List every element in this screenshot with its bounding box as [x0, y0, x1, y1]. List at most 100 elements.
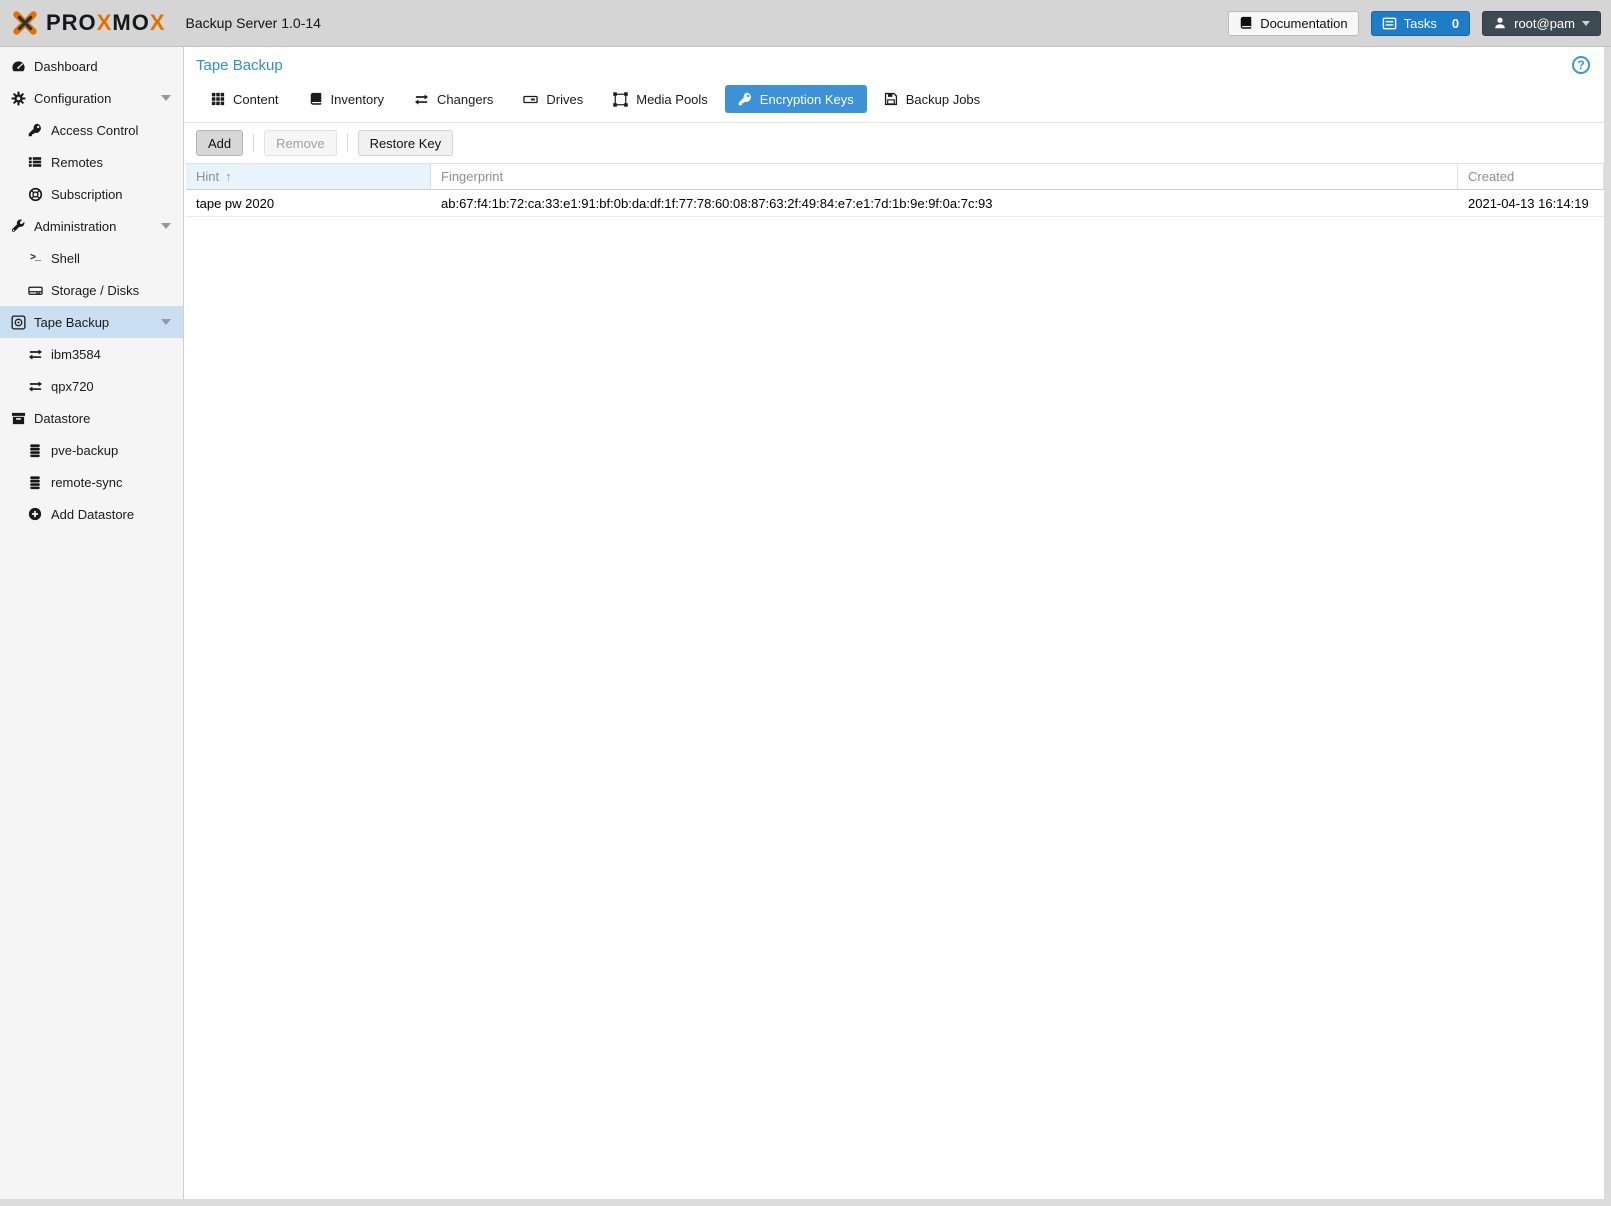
wordmark-part: X: [97, 10, 113, 35]
column-label: Fingerprint: [441, 169, 503, 184]
column-header-fingerprint[interactable]: Fingerprint: [431, 164, 1458, 189]
sidebar-item-ibm3584[interactable]: ibm3584: [0, 338, 183, 370]
column-header-hint[interactable]: Hint ↑: [186, 164, 431, 189]
tab-bar: Content Inventory Changers Drives Media …: [184, 83, 1604, 123]
proxmox-x-icon: [10, 8, 40, 38]
wordmark-part: MO: [112, 10, 149, 35]
tab-label: Backup Jobs: [906, 92, 980, 107]
tab-content[interactable]: Content: [198, 85, 292, 113]
wrench-icon: [10, 218, 26, 234]
toolbar-separator: [253, 134, 254, 152]
add-button[interactable]: Add: [196, 130, 243, 156]
tab-inventory[interactable]: Inventory: [296, 85, 397, 113]
collapse-caret-icon[interactable]: [161, 319, 171, 325]
sidebar-item-label: Access Control: [51, 123, 138, 138]
tab-label: Changers: [437, 92, 493, 107]
sidebar-item-label: Shell: [51, 251, 80, 266]
top-bar-actions: Documentation Tasks 0 root@pam: [1228, 11, 1601, 36]
tasks-count-badge: 0: [1452, 16, 1459, 31]
object-group-icon: [613, 92, 628, 107]
task-list-icon: [1382, 16, 1397, 31]
tab-backup-jobs[interactable]: Backup Jobs: [871, 85, 993, 113]
exchange-icon: [414, 92, 429, 107]
tasks-label: Tasks: [1404, 16, 1437, 31]
documentation-button[interactable]: Documentation: [1228, 11, 1358, 36]
tab-label: Encryption Keys: [760, 92, 854, 107]
sidebar-item-dashboard[interactable]: Dashboard: [0, 50, 183, 82]
sidebar-item-add-datastore[interactable]: Add Datastore: [0, 498, 183, 530]
sidebar-item-label: ibm3584: [51, 347, 101, 362]
sidebar-item-pve-backup[interactable]: pve-backup: [0, 434, 183, 466]
sidebar-item-tape-backup[interactable]: Tape Backup: [0, 306, 183, 338]
sidebar-item-label: Add Datastore: [51, 507, 134, 522]
top-bar: PROXMOX Backup Server 1.0-14 Documentati…: [0, 0, 1611, 47]
sidebar-item-configuration[interactable]: Configuration: [0, 82, 183, 114]
sidebar-item-label: Tape Backup: [34, 315, 109, 330]
cell-created: 2021-04-13 16:14:19: [1458, 196, 1604, 211]
proxmox-logo: PROXMOX Backup Server 1.0-14: [10, 8, 321, 38]
save-icon: [884, 92, 898, 106]
content-header: Tape Backup ?: [184, 47, 1604, 83]
exchange-icon: [27, 378, 43, 394]
grid-header: Hint ↑ Fingerprint Created: [186, 163, 1604, 190]
column-label: Hint: [196, 169, 219, 184]
encryption-keys-grid: Hint ↑ Fingerprint Created tape pw 2020 …: [186, 163, 1604, 217]
gears-icon: [10, 90, 26, 106]
tab-label: Media Pools: [636, 92, 708, 107]
tab-changers[interactable]: Changers: [401, 85, 506, 113]
sidebar-item-remote-sync[interactable]: remote-sync: [0, 466, 183, 498]
exchange-icon: [27, 346, 43, 362]
sidebar-item-label: Administration: [34, 219, 116, 234]
tab-label: Inventory: [331, 92, 384, 107]
help-icon[interactable]: ?: [1572, 56, 1590, 74]
user-icon: [1493, 16, 1507, 30]
tab-drives[interactable]: Drives: [510, 85, 596, 113]
sidebar-item-label: pve-backup: [51, 443, 118, 458]
tab-label: Content: [233, 92, 279, 107]
sidebar-item-datastore[interactable]: Datastore: [0, 402, 183, 434]
user-label: root@pam: [1514, 16, 1575, 31]
sidebar-item-qpx720[interactable]: qpx720: [0, 370, 183, 402]
page-title: Tape Backup: [196, 57, 283, 74]
key-icon: [27, 122, 43, 138]
plus-circle-icon: [27, 506, 43, 522]
collapse-caret-icon[interactable]: [161, 223, 171, 229]
sidebar-item-administration[interactable]: Administration: [0, 210, 183, 242]
life-ring-icon: [27, 186, 43, 202]
toolbar: Add Remove Restore Key: [184, 123, 1604, 163]
sidebar-item-access-control[interactable]: Access Control: [0, 114, 183, 146]
tape-icon: [10, 314, 26, 330]
documentation-label: Documentation: [1260, 16, 1347, 31]
book-icon: [1239, 16, 1253, 30]
restore-key-button[interactable]: Restore Key: [358, 130, 454, 156]
terminal-icon: >_: [27, 250, 43, 266]
column-label: Created: [1468, 169, 1514, 184]
sidebar-item-label: Storage / Disks: [51, 283, 139, 298]
tape-drive-icon: [523, 92, 538, 107]
sidebar-item-shell[interactable]: >_ Shell: [0, 242, 183, 274]
tab-encryption-keys[interactable]: Encryption Keys: [725, 85, 867, 113]
sidebar-item-subscription[interactable]: Subscription: [0, 178, 183, 210]
app-window: PROXMOX Backup Server 1.0-14 Documentati…: [0, 0, 1611, 1206]
sidebar-item-remotes[interactable]: Remotes: [0, 146, 183, 178]
sidebar-item-storage-disks[interactable]: Storage / Disks: [0, 274, 183, 306]
sidebar-item-label: Dashboard: [34, 59, 98, 74]
collapse-caret-icon[interactable]: [161, 95, 171, 101]
sidebar-item-label: Datastore: [34, 411, 90, 426]
book-icon: [309, 92, 323, 106]
tab-media-pools[interactable]: Media Pools: [600, 85, 721, 113]
user-menu-button[interactable]: root@pam: [1482, 11, 1601, 36]
wordmark-part: X: [150, 10, 166, 35]
remove-button: Remove: [264, 130, 336, 156]
database-icon: [27, 474, 43, 490]
database-icon: [27, 442, 43, 458]
sidebar-item-label: Subscription: [51, 187, 123, 202]
tasks-button[interactable]: Tasks 0: [1371, 11, 1470, 36]
table-row[interactable]: tape pw 2020 ab:67:f4:1b:72:ca:33:e1:91:…: [186, 190, 1604, 217]
column-header-created[interactable]: Created: [1458, 164, 1604, 189]
sidebar-item-label: Configuration: [34, 91, 111, 106]
sidebar: Dashboard Configuration Access Control: [0, 47, 184, 1199]
key-icon: [738, 92, 752, 106]
sidebar-item-label: qpx720: [51, 379, 94, 394]
wordmark-part: PRO: [46, 10, 97, 35]
